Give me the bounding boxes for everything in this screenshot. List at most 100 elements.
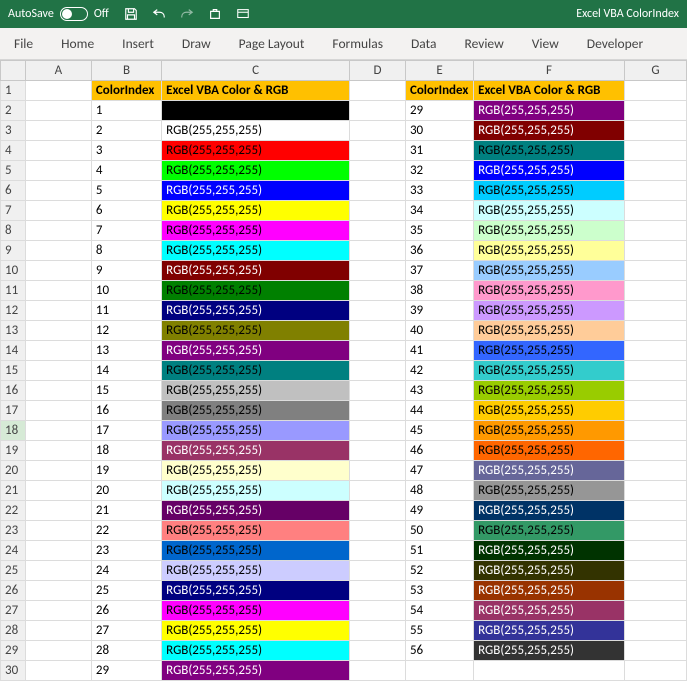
row-header[interactable]: 19 bbox=[1, 441, 26, 461]
cell-B1[interactable]: ColorIndex bbox=[91, 81, 161, 101]
cell-A22[interactable] bbox=[25, 501, 91, 521]
cell-F29[interactable]: RGB(255,255,255) bbox=[474, 641, 625, 661]
select-all-corner[interactable] bbox=[1, 61, 26, 81]
cell-E13[interactable]: 40 bbox=[405, 321, 473, 341]
col-header-E[interactable]: E bbox=[405, 61, 473, 81]
row-header[interactable]: 26 bbox=[1, 581, 26, 601]
cell-C5[interactable]: RGB(255,255,255) bbox=[162, 161, 350, 181]
ribbon-tab-view[interactable]: View bbox=[532, 35, 559, 52]
cell-B9[interactable]: 8 bbox=[91, 241, 161, 261]
cell-B17[interactable]: 16 bbox=[91, 401, 161, 421]
cell-B3[interactable]: 2 bbox=[91, 121, 161, 141]
col-header-C[interactable]: C bbox=[162, 61, 350, 81]
cell-G19[interactable] bbox=[624, 441, 686, 461]
cell-A30[interactable] bbox=[25, 661, 91, 681]
cell-G25[interactable] bbox=[624, 561, 686, 581]
worksheet-grid[interactable]: ABCDEFG 1ColorIndexExcel VBA Color & RGB… bbox=[0, 60, 687, 681]
row-header[interactable]: 2 bbox=[1, 101, 26, 121]
cell-C20[interactable]: RGB(255,255,255) bbox=[162, 461, 350, 481]
row-header[interactable]: 21 bbox=[1, 481, 26, 501]
cell-G22[interactable] bbox=[624, 501, 686, 521]
cell-A20[interactable] bbox=[25, 461, 91, 481]
cell-C25[interactable]: RGB(255,255,255) bbox=[162, 561, 350, 581]
cell-B11[interactable]: 10 bbox=[91, 281, 161, 301]
cell-A10[interactable] bbox=[25, 261, 91, 281]
cell-E11[interactable]: 38 bbox=[405, 281, 473, 301]
cell-D13[interactable] bbox=[350, 321, 406, 341]
cell-E5[interactable]: 32 bbox=[405, 161, 473, 181]
ribbon-tab-home[interactable]: Home bbox=[61, 35, 94, 52]
cell-F27[interactable]: RGB(255,255,255) bbox=[474, 601, 625, 621]
cell-F16[interactable]: RGB(255,255,255) bbox=[474, 381, 625, 401]
cell-G30[interactable] bbox=[624, 661, 686, 681]
cell-E18[interactable]: 45 bbox=[405, 421, 473, 441]
row-header[interactable]: 17 bbox=[1, 401, 26, 421]
cell-F6[interactable]: RGB(255,255,255) bbox=[474, 181, 625, 201]
cell-D2[interactable] bbox=[350, 101, 406, 121]
row-header[interactable]: 20 bbox=[1, 461, 26, 481]
cell-G28[interactable] bbox=[624, 621, 686, 641]
row-header[interactable]: 22 bbox=[1, 501, 26, 521]
cell-D5[interactable] bbox=[350, 161, 406, 181]
cell-C16[interactable]: RGB(255,255,255) bbox=[162, 381, 350, 401]
cell-A1[interactable] bbox=[25, 81, 91, 101]
row-header[interactable]: 12 bbox=[1, 301, 26, 321]
cell-E21[interactable]: 48 bbox=[405, 481, 473, 501]
cell-E12[interactable]: 39 bbox=[405, 301, 473, 321]
cell-C29[interactable]: RGB(255,255,255) bbox=[162, 641, 350, 661]
cell-D26[interactable] bbox=[350, 581, 406, 601]
cell-G10[interactable] bbox=[624, 261, 686, 281]
cell-E2[interactable]: 29 bbox=[405, 101, 473, 121]
cell-D9[interactable] bbox=[350, 241, 406, 261]
cell-B15[interactable]: 14 bbox=[91, 361, 161, 381]
cell-D10[interactable] bbox=[350, 261, 406, 281]
row-header[interactable]: 18 bbox=[1, 421, 26, 441]
cell-D22[interactable] bbox=[350, 501, 406, 521]
cell-C6[interactable]: RGB(255,255,255) bbox=[162, 181, 350, 201]
autosave-toggle[interactable]: AutoSave Off bbox=[8, 7, 109, 21]
cell-A12[interactable] bbox=[25, 301, 91, 321]
cell-A25[interactable] bbox=[25, 561, 91, 581]
cell-B13[interactable]: 12 bbox=[91, 321, 161, 341]
cell-E10[interactable]: 37 bbox=[405, 261, 473, 281]
cell-G4[interactable] bbox=[624, 141, 686, 161]
cell-F14[interactable]: RGB(255,255,255) bbox=[474, 341, 625, 361]
cell-F25[interactable]: RGB(255,255,255) bbox=[474, 561, 625, 581]
col-header-G[interactable]: G bbox=[624, 61, 686, 81]
cell-G3[interactable] bbox=[624, 121, 686, 141]
cell-E9[interactable]: 36 bbox=[405, 241, 473, 261]
row-header[interactable]: 15 bbox=[1, 361, 26, 381]
cell-F8[interactable]: RGB(255,255,255) bbox=[474, 221, 625, 241]
cell-A18[interactable] bbox=[25, 421, 91, 441]
cell-F1[interactable]: Excel VBA Color & RGB bbox=[474, 81, 625, 101]
cell-C13[interactable]: RGB(255,255,255) bbox=[162, 321, 350, 341]
save-icon[interactable] bbox=[123, 6, 139, 22]
cell-F17[interactable]: RGB(255,255,255) bbox=[474, 401, 625, 421]
cell-G18[interactable] bbox=[624, 421, 686, 441]
cell-F30[interactable] bbox=[474, 661, 625, 681]
cell-C26[interactable]: RGB(255,255,255) bbox=[162, 581, 350, 601]
col-header-F[interactable]: F bbox=[474, 61, 625, 81]
row-header[interactable]: 24 bbox=[1, 541, 26, 561]
cell-A27[interactable] bbox=[25, 601, 91, 621]
cell-C24[interactable]: RGB(255,255,255) bbox=[162, 541, 350, 561]
cell-G21[interactable] bbox=[624, 481, 686, 501]
cell-C4[interactable]: RGB(255,255,255) bbox=[162, 141, 350, 161]
ribbon-tab-formulas[interactable]: Formulas bbox=[332, 35, 383, 52]
cell-G9[interactable] bbox=[624, 241, 686, 261]
cell-E17[interactable]: 44 bbox=[405, 401, 473, 421]
cell-C3[interactable]: RGB(255,255,255) bbox=[162, 121, 350, 141]
cell-B26[interactable]: 25 bbox=[91, 581, 161, 601]
cell-D20[interactable] bbox=[350, 461, 406, 481]
cell-G17[interactable] bbox=[624, 401, 686, 421]
cell-A5[interactable] bbox=[25, 161, 91, 181]
cell-F21[interactable]: RGB(255,255,255) bbox=[474, 481, 625, 501]
cell-D29[interactable] bbox=[350, 641, 406, 661]
cell-B19[interactable]: 18 bbox=[91, 441, 161, 461]
cell-D24[interactable] bbox=[350, 541, 406, 561]
cell-C17[interactable]: RGB(255,255,255) bbox=[162, 401, 350, 421]
cell-E19[interactable]: 46 bbox=[405, 441, 473, 461]
cell-F26[interactable]: RGB(255,255,255) bbox=[474, 581, 625, 601]
cell-A8[interactable] bbox=[25, 221, 91, 241]
cell-F10[interactable]: RGB(255,255,255) bbox=[474, 261, 625, 281]
